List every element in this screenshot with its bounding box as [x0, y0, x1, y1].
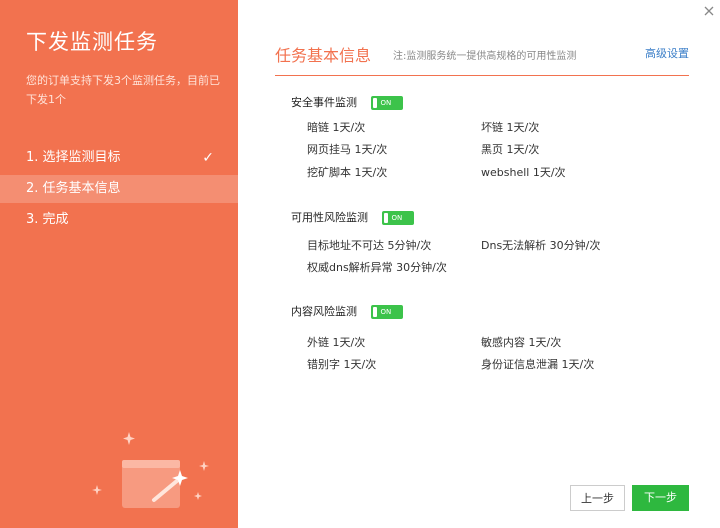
monitor-item: 网页挂马 1天/次 — [307, 143, 388, 156]
section-title: 可用性风险监测 — [291, 211, 368, 224]
monitor-item: 外链 1天/次 — [307, 336, 366, 349]
step-basic-info[interactable]: 2. 任务基本信息 — [0, 175, 238, 203]
step-label: 3. 完成 — [26, 212, 69, 227]
magic-wand-window-illustration — [86, 428, 216, 518]
next-step-button[interactable]: 下一步 — [632, 485, 689, 511]
monitor-item: 暗链 1天/次 — [307, 121, 366, 134]
advanced-settings-link[interactable]: 高级设置 — [645, 45, 689, 61]
previous-step-button[interactable]: 上一步 — [570, 485, 625, 511]
header-note: 注:监测服务统一提供高规格的可用性监测 — [393, 51, 577, 62]
monitor-item: 黑页 1天/次 — [481, 143, 540, 156]
toggle-label: ON — [380, 308, 392, 316]
step-list: 1. 选择监测目标 ✓ 2. 任务基本信息 3. 完成 — [0, 144, 238, 237]
step-label: 2. 任务基本信息 — [26, 181, 121, 196]
step-select-target[interactable]: 1. 选择监测目标 ✓ — [0, 144, 238, 172]
monitor-item: webshell 1天/次 — [481, 166, 566, 179]
section-content-risk: 内容风险监测 ON 外链 1天/次 敏感内容 1天/次 错别字 1天/次 身份证… — [291, 304, 691, 384]
check-icon: ✓ — [202, 150, 214, 166]
toggle-label: ON — [391, 214, 403, 222]
sidebar: 下发监测任务 您的订单支持下发3个监测任务，目前已下发1个 1. 选择监测目标 … — [0, 0, 238, 528]
main-panel: 任务基本信息 注:监测服务统一提供高规格的可用性监测 高级设置 安全事件监测 O… — [238, 0, 720, 528]
sidebar-title: 下发监测任务 — [26, 30, 158, 54]
section-title: 内容风险监测 — [291, 305, 357, 318]
monitor-item: 挖矿脚本 1天/次 — [307, 166, 388, 179]
section-availability-risk: 可用性风险监测 ON 目标地址不可达 5分钟/次 Dns无法解析 30分钟/次 … — [291, 210, 691, 287]
monitor-item: 身份证信息泄漏 1天/次 — [481, 358, 595, 371]
monitor-item: 错别字 1天/次 — [307, 358, 377, 371]
toggle-label: ON — [380, 99, 392, 107]
security-events-toggle[interactable]: ON — [370, 96, 403, 110]
monitor-item: 敏感内容 1天/次 — [481, 336, 562, 349]
panel-title: 任务基本信息 — [275, 46, 372, 65]
section-security-events: 安全事件监测 ON 暗链 1天/次 坏链 1天/次 网页挂马 1天/次 黑页 1… — [291, 95, 691, 189]
content-risk-toggle[interactable]: ON — [370, 305, 403, 319]
monitor-item: 目标地址不可达 5分钟/次 — [307, 239, 432, 252]
step-complete[interactable]: 3. 完成 — [0, 206, 238, 234]
availability-risk-toggle[interactable]: ON — [381, 211, 414, 225]
step-label: 1. 选择监测目标 — [26, 150, 121, 165]
close-icon[interactable] — [702, 4, 716, 18]
section-title: 安全事件监测 — [291, 96, 357, 109]
monitor-item: 坏链 1天/次 — [481, 121, 540, 134]
monitor-item: Dns无法解析 30分钟/次 — [481, 239, 601, 252]
sidebar-description: 您的订单支持下发3个监测任务，目前已下发1个 — [26, 74, 220, 106]
panel-header: 任务基本信息 注:监测服务统一提供高规格的可用性监测 高级设置 — [275, 40, 689, 76]
monitor-item: 权威dns解析异常 30分钟/次 — [307, 261, 447, 274]
